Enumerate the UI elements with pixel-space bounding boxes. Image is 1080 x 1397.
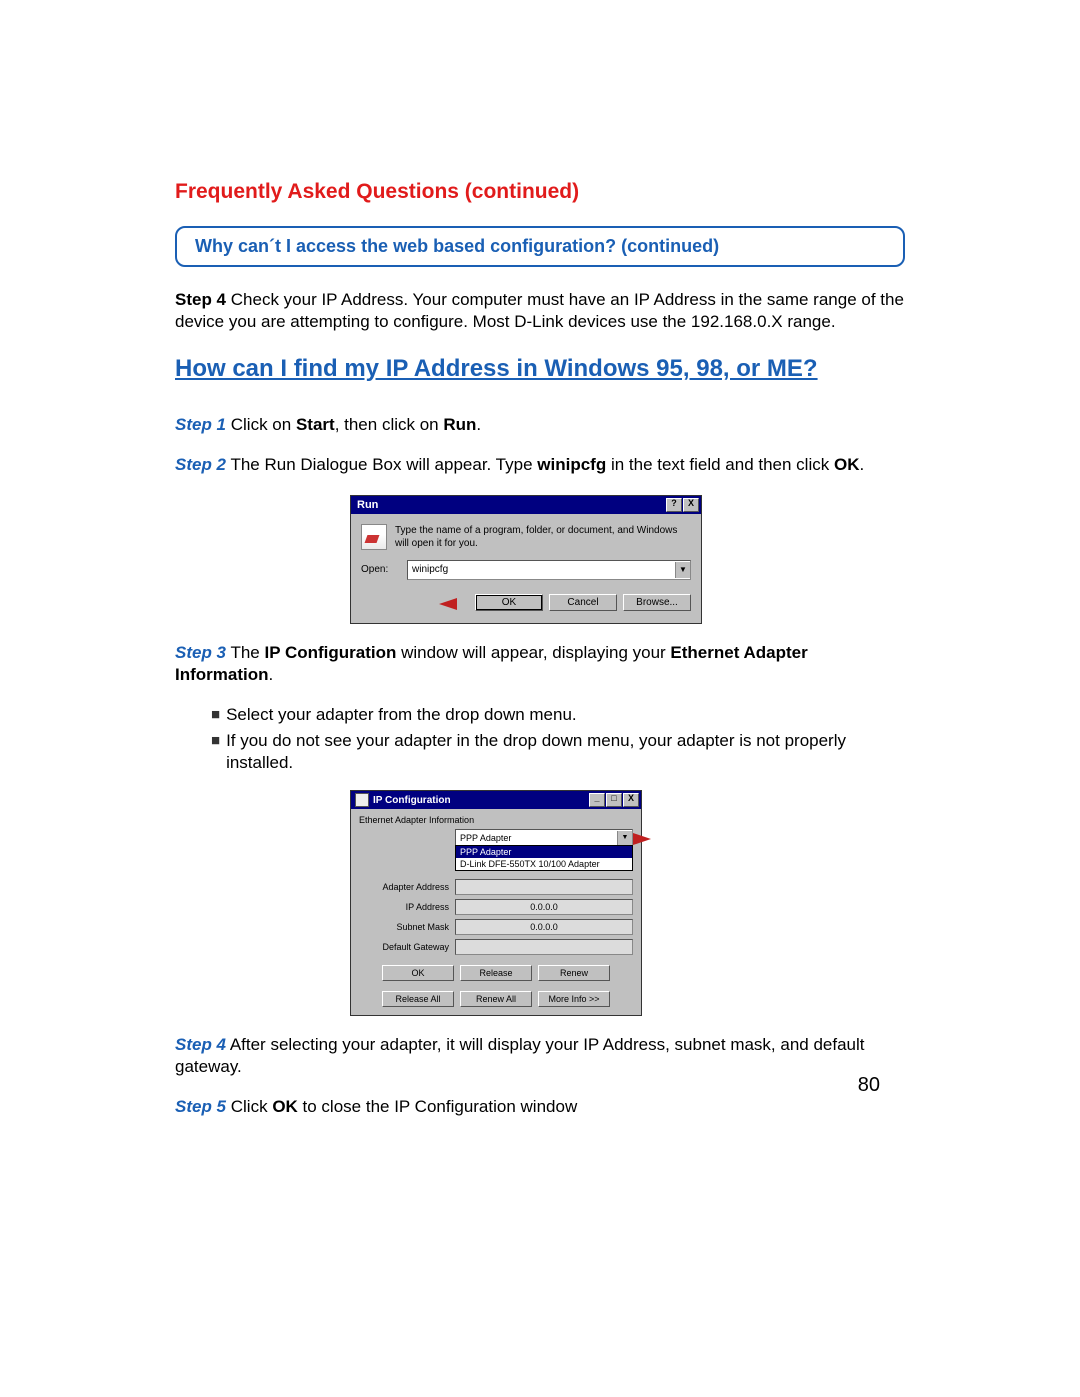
step1-b2: Run — [443, 415, 476, 434]
ok-button[interactable]: OK — [382, 965, 454, 981]
minimize-icon[interactable]: _ — [589, 793, 605, 807]
renew-all-button[interactable]: Renew All — [460, 991, 532, 1007]
step2-b1: winipcfg — [537, 455, 606, 474]
subnet-mask-value: 0.0.0.0 — [455, 919, 633, 935]
page-number: 80 — [858, 1074, 880, 1097]
step2-paragraph: Step 2 The Run Dialogue Box will appear.… — [175, 454, 905, 476]
step3-label: Step 3 — [175, 643, 226, 662]
release-all-button[interactable]: Release All — [382, 991, 454, 1007]
more-info-button[interactable]: More Info >> — [538, 991, 610, 1007]
subsection-title: Why can´t I access the web based configu… — [195, 236, 885, 257]
cancel-button[interactable]: Cancel — [549, 594, 617, 611]
bullet-list: ■ Select your adapter from the drop down… — [211, 704, 905, 774]
list-item: ■ If you do not see your adapter in the … — [211, 730, 905, 774]
browse-button[interactable]: Browse... — [623, 594, 691, 611]
release-button[interactable]: Release — [460, 965, 532, 981]
step2-end: . — [859, 455, 864, 474]
step2-b2: OK — [834, 455, 860, 474]
faq-header: Frequently Asked Questions (continued) — [175, 180, 905, 204]
dropdown-option[interactable]: D-Link DFE-550TX 10/100 Adapter — [456, 858, 632, 870]
intro-paragraph: Step 4 Check your IP Address. Your compu… — [175, 289, 905, 333]
step1-end: . — [476, 415, 481, 434]
step5-label: Step 5 — [175, 1097, 226, 1116]
step4b-label: Step 4 — [175, 1035, 226, 1054]
dropdown-option[interactable]: PPP Adapter — [456, 846, 632, 858]
close-icon[interactable]: X — [623, 793, 639, 807]
step2-mid: in the text field and then click — [606, 455, 834, 474]
default-gateway-value — [455, 939, 633, 955]
step5-pre: Click — [226, 1097, 272, 1116]
bullet-icon: ■ — [211, 730, 220, 774]
step3-b1: IP Configuration — [264, 643, 396, 662]
step3-paragraph: Step 3 The IP Configuration window will … — [175, 642, 905, 686]
help-icon[interactable]: ? — [666, 498, 682, 512]
ipconfig-titlebar: IP Configuration _ □ X — [351, 791, 641, 809]
step3-pre: The — [226, 643, 264, 662]
step4-paragraph: Step 4 After selecting your adapter, it … — [175, 1034, 905, 1078]
list-item: ■ Select your adapter from the drop down… — [211, 704, 905, 726]
subsection-box: Why can´t I access the web based configu… — [175, 226, 905, 267]
open-input[interactable]: winipcfg ▼ — [407, 560, 691, 580]
bullet-text-1: Select your adapter from the drop down m… — [226, 704, 577, 726]
step4-text: After selecting your adapter, it will di… — [175, 1035, 865, 1076]
section-heading: How can I find my IP Address in Windows … — [175, 353, 905, 384]
ip-address-value: 0.0.0.0 — [455, 899, 633, 915]
open-input-value: winipcfg — [408, 564, 675, 575]
renew-button[interactable]: Renew — [538, 965, 610, 981]
adapter-dropdown-list: PPP Adapter D-Link DFE-550TX 10/100 Adap… — [455, 845, 633, 871]
open-label: Open: — [361, 564, 397, 575]
subnet-mask-label: Subnet Mask — [359, 922, 449, 932]
adapter-address-value — [455, 879, 633, 895]
run-dialog: Run ? X Type the name of a program, fold… — [350, 495, 702, 624]
ok-button[interactable]: OK — [475, 594, 543, 611]
ip-address-row: IP Address 0.0.0.0 — [359, 899, 633, 915]
run-icon — [361, 524, 387, 550]
step3-mid: window will appear, displaying your — [396, 643, 670, 662]
chevron-down-icon[interactable]: ▼ — [675, 562, 690, 578]
close-icon[interactable]: X — [683, 498, 699, 512]
default-gateway-row: Default Gateway — [359, 939, 633, 955]
step1-b1: Start — [296, 415, 335, 434]
step1-pre: Click on — [226, 415, 296, 434]
step1-paragraph: Step 1 Click on Start, then click on Run… — [175, 414, 905, 436]
subnet-mask-row: Subnet Mask 0.0.0.0 — [359, 919, 633, 935]
step2-label: Step 2 — [175, 455, 226, 474]
adapter-address-label: Adapter Address — [359, 882, 449, 892]
bullet-text-2: If you do not see your adapter in the dr… — [226, 730, 905, 774]
run-titlebar: Run ? X — [351, 496, 701, 514]
step5-end: to close the IP Configuration window — [298, 1097, 577, 1116]
default-gateway-label: Default Gateway — [359, 942, 449, 952]
bullet-icon: ■ — [211, 704, 220, 726]
ipconfig-app-icon — [355, 793, 369, 807]
arrow-annotation-icon — [633, 833, 651, 845]
run-description: Type the name of a program, folder, or d… — [395, 524, 691, 550]
maximize-icon[interactable]: □ — [606, 793, 622, 807]
step5-b1: OK — [272, 1097, 298, 1116]
step4-label: Step 4 — [175, 290, 226, 309]
ipconfig-dialog: IP Configuration _ □ X Ethernet Adapter … — [350, 790, 642, 1016]
step3-end: . — [269, 665, 274, 684]
adapter-selected-value: PPP Adapter — [456, 833, 617, 843]
step5-paragraph: Step 5 Click OK to close the IP Configur… — [175, 1096, 905, 1118]
adapter-address-row: Adapter Address — [359, 879, 633, 895]
intro-text: Check your IP Address. Your computer mus… — [175, 290, 904, 331]
ip-address-label: IP Address — [359, 902, 449, 912]
chevron-down-icon[interactable]: ▼ — [617, 831, 632, 845]
step1-mid: , then click on — [335, 415, 444, 434]
ipconfig-title: IP Configuration — [373, 795, 451, 806]
ipconfig-group-label: Ethernet Adapter Information — [359, 815, 633, 825]
step1-label: Step 1 — [175, 415, 226, 434]
arrow-annotation-icon — [439, 598, 457, 610]
step2-pre: The Run Dialogue Box will appear. Type — [226, 455, 537, 474]
run-title: Run — [357, 499, 378, 511]
